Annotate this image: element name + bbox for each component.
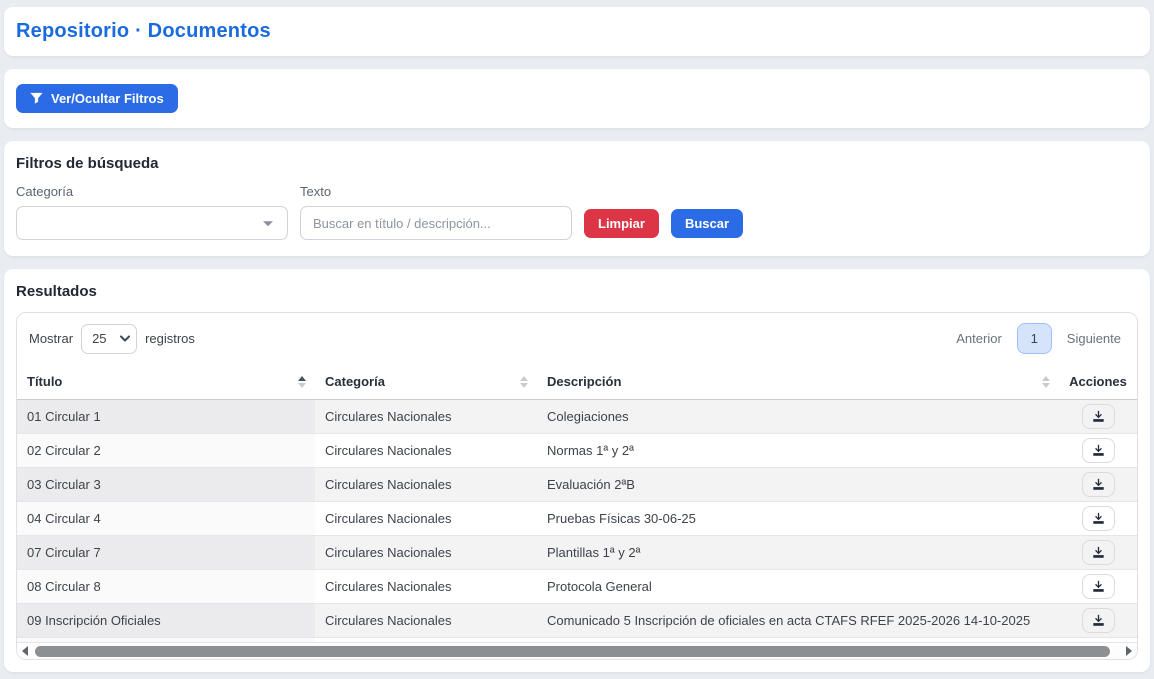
cell-titulo: 02 Circular 2 [17,434,315,468]
cell-descripcion: Protocola General [537,570,1059,604]
horizontal-scrollbar[interactable] [17,642,1137,659]
scroll-right-icon[interactable] [1126,646,1132,656]
category-label: Categoría [16,184,288,199]
cell-descripcion: Plantillas 1ª y 2ª [537,536,1059,570]
scroll-left-icon[interactable] [22,646,28,656]
results-box: Mostrar 25 registros Anterior 1 Siguien [16,312,1138,660]
text-label: Texto [300,184,572,199]
chevron-down-icon [263,221,273,226]
sort-icon [520,376,528,388]
toggle-filters-label: Ver/Ocultar Filtros [51,92,164,105]
filters-card: Filtros de búsqueda Categoría Texto Limp… [4,141,1150,256]
table-row: 04 Circular 4 Circulares Nacionales Prue… [17,502,1137,536]
cell-descripcion: Evaluación 2ªB [537,468,1059,502]
results-table: Título Categoría Descripción [17,364,1137,642]
column-header-descripcion[interactable]: Descripción [537,364,1059,400]
cell-categoria: Circulares Nacionales [315,502,537,536]
download-button[interactable] [1082,404,1115,429]
table-header-row: Título Categoría Descripción [17,364,1137,400]
cell-titulo: 03 Circular 3 [17,468,315,502]
download-icon [1092,512,1105,525]
table-row: 08 Circular 8 Circulares Nacionales Prot… [17,570,1137,604]
length-prefix: Mostrar [29,331,73,346]
cell-titulo: 09 Inscripción Oficiales [17,604,315,638]
cell-titulo: 01 Circular 1 [17,400,315,434]
download-button[interactable] [1082,540,1115,565]
cell-categoria: Circulares Nacionales [315,536,537,570]
download-button[interactable] [1082,574,1115,599]
pagination-previous[interactable]: Anterior [956,331,1002,346]
filters-row: Categoría Texto Limpiar Buscar [16,184,1138,240]
cell-categoria: Circulares Nacionales [315,468,537,502]
cell-categoria: Circulares Nacionales [315,570,537,604]
cell-acciones [1059,570,1137,604]
cell-acciones [1059,604,1137,638]
search-input[interactable] [300,206,572,240]
filters-heading: Filtros de búsqueda [16,155,1138,172]
funnel-icon [30,92,43,105]
download-icon [1092,410,1105,423]
cell-acciones [1059,400,1137,434]
scrollbar-thumb[interactable] [35,646,1110,657]
cell-descripcion: Normas 1ª y 2ª [537,434,1059,468]
page: Repositorio · Documentos Ver/Ocultar Fil… [0,0,1154,679]
table-row: 07 Circular 7 Circulares Nacionales Plan… [17,536,1137,570]
category-field: Categoría [16,184,288,240]
cell-acciones [1059,536,1137,570]
download-button[interactable] [1082,438,1115,463]
download-icon [1092,580,1105,593]
search-button[interactable]: Buscar [671,209,743,238]
download-icon [1092,444,1105,457]
download-button[interactable] [1082,608,1115,633]
pagination-next[interactable]: Siguiente [1067,331,1121,346]
sort-icon [1042,376,1050,388]
column-header-titulo[interactable]: Título [17,364,315,400]
length-suffix: registros [145,331,195,346]
pagination-page-1[interactable]: 1 [1017,323,1052,354]
cell-descripcion: Pruebas Físicas 30-06-25 [537,502,1059,536]
cell-categoria: Circulares Nacionales [315,434,537,468]
results-heading: Resultados [16,283,1138,300]
table-wrap: Título Categoría Descripción [17,364,1137,642]
table-controls: Mostrar 25 registros Anterior 1 Siguien [17,313,1137,364]
filter-toggle-card: Ver/Ocultar Filtros [4,69,1150,128]
cell-descripcion: Comunicado 5 Inscripción de oficiales en… [537,604,1059,638]
results-card: Resultados Mostrar 25 registros [4,269,1150,672]
toggle-filters-button[interactable]: Ver/Ocultar Filtros [16,84,178,113]
sort-ascending-icon [298,376,306,388]
page-title: Repositorio · Documentos [16,20,1138,43]
text-field: Texto [300,184,572,240]
column-header-categoria[interactable]: Categoría [315,364,537,400]
page-length-group: Mostrar 25 registros [29,324,195,354]
clear-button[interactable]: Limpiar [584,209,659,238]
results-table-body: 01 Circular 1 Circulares Nacionales Cole… [17,400,1137,643]
download-icon [1092,478,1105,491]
download-button[interactable] [1082,472,1115,497]
table-row: 03 Circular 3 Circulares Nacionales Eval… [17,468,1137,502]
header-card: Repositorio · Documentos [4,7,1150,56]
download-button[interactable] [1082,506,1115,531]
cell-titulo: 04 Circular 4 [17,502,315,536]
download-icon [1092,546,1105,559]
table-row: 01 Circular 1 Circulares Nacionales Cole… [17,400,1137,434]
cell-acciones [1059,468,1137,502]
cell-descripcion: Colegiaciones [537,400,1059,434]
download-icon [1092,614,1105,627]
table-row: 02 Circular 2 Circulares Nacionales Norm… [17,434,1137,468]
column-header-acciones: Acciones [1059,364,1137,400]
pagination: Anterior 1 Siguiente [956,323,1125,354]
table-row: 09 Inscripción Oficiales Circulares Naci… [17,604,1137,638]
cell-categoria: Circulares Nacionales [315,400,537,434]
cell-categoria: Circulares Nacionales [315,604,537,638]
cell-acciones [1059,434,1137,468]
cell-titulo: 07 Circular 7 [17,536,315,570]
cell-titulo: 08 Circular 8 [17,570,315,604]
page-length-select[interactable]: 25 [81,324,137,354]
category-select[interactable] [16,206,288,240]
cell-acciones [1059,502,1137,536]
